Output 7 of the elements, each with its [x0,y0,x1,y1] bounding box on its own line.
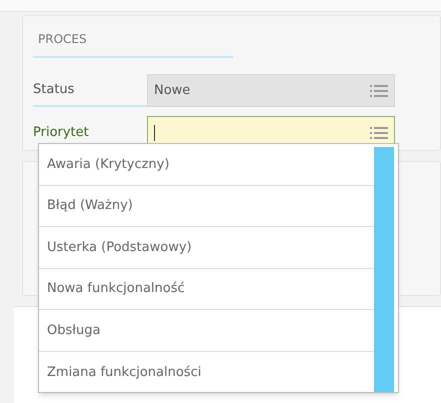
field-label: Priorytet [33,124,90,142]
scrollbar[interactable] [374,147,394,392]
section-title: PROCES [38,32,87,46]
list-icon [370,126,388,138]
dropdown-option[interactable]: Zmiana funkcjonalności [39,352,374,392]
text-cursor [154,124,155,140]
list-icon [370,84,388,96]
